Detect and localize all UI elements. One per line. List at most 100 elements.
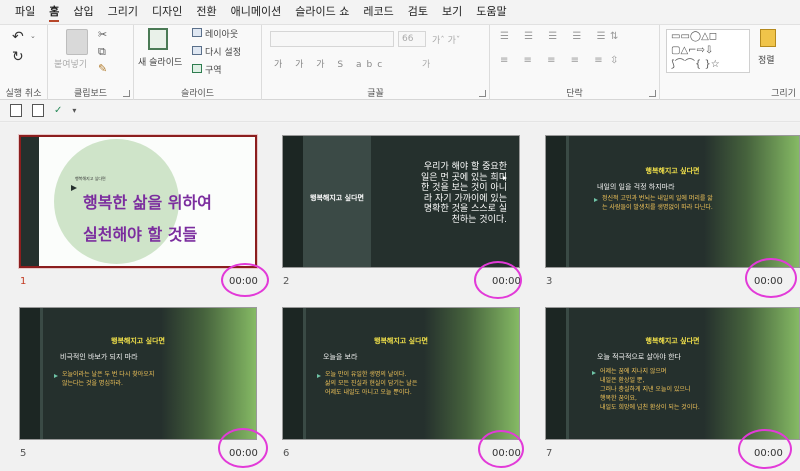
tab-record[interactable]: 레코드 [356, 0, 400, 24]
tab-view[interactable]: 보기 [435, 0, 469, 24]
cut-icon[interactable]: ✂ [98, 28, 107, 41]
paragraph-group: ☰ ☰ ☰ ☰ ☰ ≡ ≡ ≡ ≡ ≡ ⇅ ⇳ 단락 [490, 25, 660, 101]
new-file-icon[interactable] [10, 104, 22, 117]
slide-stripe [283, 136, 303, 267]
new-slide-button-label[interactable]: 새 슬라이드 [138, 55, 182, 68]
powerpoint-window: 파일 홈 삽입 그리기 디자인 전환 애니메이션 슬라이드 쇼 레코드 검토 보… [0, 0, 800, 471]
slide-stripe [546, 136, 566, 267]
paragraph-launcher-icon[interactable] [649, 90, 656, 97]
font-group: 66 가ˆ 가ˇ 가 가 가 S abc 가 글꼴 [262, 25, 490, 101]
annotation-circle [745, 258, 797, 298]
slide-thumbnail-2[interactable]: 행복해지고 싶다면 우리가 해야 할 중요한 일은 먼 곳에 있는 희미 한 것… [282, 135, 520, 268]
customize-toolbar-icon[interactable]: ▾ [72, 106, 76, 115]
shapes-gallery[interactable]: ▭▭◯△◻ ▢△⌐⇨⇩ ⟆⌒⌒{ }☆ [666, 29, 750, 73]
slide-2-body-line: 우리가 해야 할 중요한 [423, 162, 507, 172]
tab-draw[interactable]: 그리기 [101, 0, 145, 24]
tab-transitions[interactable]: 전환 [189, 0, 223, 24]
font-color-icon[interactable]: 가 [422, 57, 430, 70]
tab-home[interactable]: 홈 [42, 0, 66, 24]
font-format-buttons[interactable]: 가 가 가 S abc [274, 57, 387, 70]
arrange-button[interactable]: 정렬 [758, 53, 775, 66]
font-launcher-icon[interactable] [479, 90, 486, 97]
text-direction-icon[interactable]: ⇅ [610, 31, 618, 42]
format-painter-icon[interactable]: ✎ [98, 62, 107, 75]
slide-6-title: 행복해지고 싶다면 [374, 337, 428, 345]
slide-7-bullet [592, 371, 596, 375]
open-file-icon[interactable] [32, 104, 44, 117]
font-size-box[interactable]: 66 [398, 31, 426, 47]
slide-stripe [546, 308, 566, 439]
slide-5-bullet [54, 374, 58, 378]
font-group-label: 글꼴 [367, 89, 384, 99]
slide-3-body-line: 정신적 고민과 번뇌는 내일의 일에 머리를 앓 [602, 195, 713, 202]
align-buttons[interactable]: ≡ ≡ ≡ ≡ ≡ [500, 55, 609, 66]
annotation-circle [221, 263, 269, 297]
reset-button[interactable]: 다시 설정 [205, 45, 241, 58]
slide-number-2: 2 [283, 276, 290, 287]
slide-2-body-line: 일은 먼 곳에 있는 희미 [421, 172, 507, 183]
drawing-group: ▭▭◯△◻ ▢△⌐⇨⇩ ⟆⌒⌒{ }☆ 정렬 그리기 [660, 25, 800, 101]
slide-6-body-line: 삶의 모든 진실과 현실이 담기는 날은 [325, 380, 418, 387]
slide-6-body: 오늘 만이 유일한 생명의 날이다. 삶의 모든 진실과 현실이 담기는 날은 … [325, 370, 417, 397]
annotation-circle [478, 430, 524, 468]
annotation-circle [218, 428, 268, 468]
slide-1-arrow [71, 185, 77, 191]
slide-stripe [20, 308, 40, 439]
section-button[interactable]: 구역 [205, 63, 222, 76]
tab-file[interactable]: 파일 [8, 0, 42, 24]
font-grow-icon[interactable]: 가ˆ 가ˇ [432, 33, 460, 46]
slide-stripe-accent [566, 308, 569, 439]
align-text-icon[interactable]: ⇳ [610, 55, 618, 66]
undo-group: ↶ ⌄ ↻ 실행 취소 [0, 25, 48, 101]
slide-thumbnail-5[interactable]: 행복해지고 싶다면 비극적인 바보가 되지 마라 오늘이라는 날은 두 번 다시… [19, 307, 257, 440]
undo-dropdown-icon[interactable]: ⌄ [30, 32, 36, 40]
tab-animations[interactable]: 애니메이션 [224, 0, 289, 24]
slide-thumbnail-1[interactable]: 행복해지고 싶다면 행복한 삶을 위하여 실천해야 할 것들 [19, 135, 257, 268]
slide-thumbnail-7[interactable]: 행복해지고 싶다면 오늘 적극적으로 살아야 한다 어제는 꿈에 지나지 않으며… [545, 307, 800, 440]
slide-number-3: 3 [546, 276, 553, 287]
annotation-circle [474, 261, 522, 299]
tab-help[interactable]: 도움말 [469, 0, 513, 24]
slide-thumbnail-6[interactable]: 행복해지고 싶다면 오늘을 보라 오늘 만이 유일한 생명의 날이다. 삶의 모… [282, 307, 520, 440]
redo-icon[interactable]: ↻ [12, 49, 24, 65]
annotation-circle [738, 429, 792, 469]
slide-thumbnail-3[interactable]: 행복해지고 싶다면 내일의 일을 걱정 하지마라 정신적 고민과 번뇌는 내일의… [545, 135, 800, 268]
slide-2-body-line: 천하는 것이다. [451, 214, 507, 225]
slide-5-body: 오늘이라는 날은 두 번 다시 찾아오지 않는다는 것을 명심하라. [62, 370, 154, 388]
slide-green-decoration [161, 308, 256, 439]
reset-icon [192, 46, 202, 55]
slide-green-decoration [704, 136, 799, 267]
slide-7-title: 행복해지고 싶다면 [645, 337, 700, 345]
slide-2-body-line: 명확한 것을 스스로 실 [423, 204, 507, 214]
slide-number-5: 5 [20, 448, 27, 459]
tab-review[interactable]: 검토 [401, 0, 435, 24]
tab-insert[interactable]: 삽입 [66, 0, 100, 24]
tab-slideshow[interactable]: 슬라이드 쇼 [288, 0, 356, 24]
slide-7-body-line: 행복한 꿈이요, [600, 395, 637, 402]
slide-7-body: 어제는 꿈에 지나지 않으며 내일은 환상일 뿐, 그러나 충실하게 지낸 오늘… [600, 367, 700, 412]
list-buttons[interactable]: ☰ ☰ ☰ ☰ ☰ [500, 31, 612, 42]
paste-button-label[interactable]: 붙여넣기 [54, 57, 87, 70]
tab-design[interactable]: 디자인 [145, 0, 189, 24]
slide-3-body: 정신적 고민과 번뇌는 내일의 일에 머리를 앓 는 사람들이 발생치를 생명없… [602, 194, 713, 212]
copy-icon[interactable]: ⧉ [98, 45, 106, 59]
new-slide-icon[interactable] [148, 28, 168, 50]
paste-icon[interactable] [66, 29, 88, 55]
slide-1-title-line1: 행복한 삶을 위하여 [83, 193, 212, 212]
undo-icon[interactable]: ↶ [12, 29, 24, 45]
slide-7-subtitle: 오늘 적극적으로 살아야 한다 [597, 353, 681, 361]
slide-6-body-line: 오늘 만이 유일한 생명의 날이다. [325, 371, 407, 378]
slide-3-body-line: 는 사람들이 발생치를 생명없이 따라 다닌다. [602, 204, 713, 211]
drawing-group-label: 그리기 [771, 89, 796, 99]
quick-access-toolbar: ✓ ▾ [0, 100, 800, 122]
slide-number-1: 1 [20, 276, 27, 287]
slides-group: 새 슬라이드 레이아웃 다시 설정 구역 슬라이드 [134, 25, 262, 101]
clipboard-launcher-icon[interactable] [123, 90, 130, 97]
spelling-icon[interactable]: ✓ [54, 105, 62, 116]
arrange-icon[interactable] [760, 29, 776, 47]
slide-1-small-title: 행복해지고 싶다면 [75, 176, 106, 181]
layout-button[interactable]: 레이아웃 [205, 27, 238, 40]
slide-stripe-accent [566, 136, 569, 267]
slide-number-7: 7 [546, 448, 553, 459]
font-name-box[interactable] [270, 31, 394, 47]
